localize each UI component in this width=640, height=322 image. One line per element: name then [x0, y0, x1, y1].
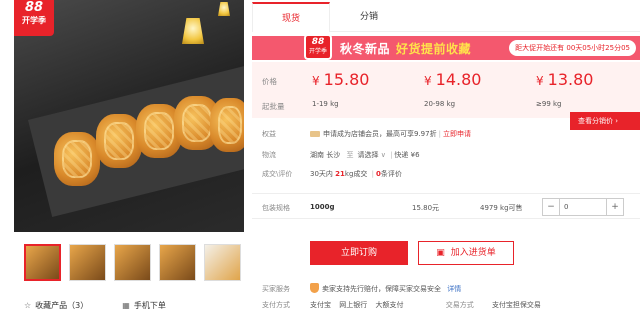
price-label: 价格: [262, 77, 277, 86]
cart-icon: ▣: [436, 248, 445, 258]
payment-method: 大额支付: [375, 301, 404, 309]
thumbnail-3[interactable]: [114, 244, 151, 281]
star-icon: ☆: [24, 301, 32, 310]
tier-qty: ≥99 kg: [536, 100, 562, 108]
service-label: 买家服务: [262, 285, 290, 293]
promo-logo-number: 88: [311, 37, 325, 47]
thumbnail-4[interactable]: [159, 244, 196, 281]
member-card-icon: [310, 131, 320, 137]
promo-countdown: 距大促开始还有 00天05小时25分05: [509, 40, 636, 56]
logistics-label: 物流: [262, 151, 276, 159]
mooncake: [96, 114, 142, 168]
trade-label: 交易方式: [445, 301, 474, 309]
spec-name: 1000g: [310, 203, 335, 211]
ship-to-select[interactable]: 请选择: [357, 151, 378, 159]
payment-method: 支付宝: [310, 301, 331, 309]
promo-slogan: 秋冬新品 好货提前收藏: [340, 40, 471, 57]
mooncake: [210, 98, 244, 152]
apply-member-link[interactable]: 立即申请: [443, 130, 471, 138]
shield-icon: [310, 283, 319, 293]
increase-button[interactable]: +: [607, 199, 623, 215]
tier-qty: 20-98 kg: [424, 100, 456, 108]
collect-product-link[interactable]: ☆ 收藏产品（3）: [24, 300, 88, 311]
quantity-input[interactable]: 0: [559, 199, 607, 215]
tier-price: ¥14.80: [424, 70, 482, 89]
spec-row: 包装规格 1000g 15.80元 4979 kg可售 − 0 +: [252, 193, 640, 219]
gallery-footer: ☆ 收藏产品（3） ▦ 手机下单: [24, 300, 166, 311]
spec-label: 包装规格: [262, 204, 290, 212]
spec-price: 15.80元: [412, 204, 440, 212]
tab-distribution[interactable]: 分销: [330, 2, 408, 32]
thumbnail-strip: [24, 244, 241, 284]
promo-slogan-white: 秋冬新品: [340, 42, 391, 56]
collect-label: 收藏产品（3）: [35, 301, 89, 310]
deals-row: 成交\评价 30天内 21kg成交 | 0条评价: [262, 170, 402, 178]
chevron-down-icon[interactable]: ∨: [378, 151, 386, 159]
tier-price: ¥13.80: [536, 70, 594, 89]
service-detail-link[interactable]: 详情: [447, 285, 461, 293]
to-word: 至: [346, 151, 354, 159]
lantern-decoration: [218, 2, 230, 16]
rights-label: 权益: [262, 130, 276, 138]
add-to-cart-label: 加入进货单: [450, 248, 496, 258]
purchase-tabs: 现货 分销: [252, 2, 640, 32]
lantern-decoration: [182, 18, 204, 44]
rights-row: 权益 申请成为店铺会员，最高可享9.97折 | 立即申请: [262, 130, 471, 138]
trade-method: 支付宝担保交易: [491, 301, 541, 309]
badge-text: 开学季: [22, 16, 46, 25]
product-info-panel: 现货 分销 88 开学季 秋冬新品 好货提前收藏 距大促开始还有 00天05小时2…: [252, 0, 640, 322]
payment-label: 支付方式: [262, 301, 290, 309]
promo-logo: 88 开学季: [304, 34, 332, 60]
quantity-stepper: − 0 +: [542, 198, 624, 216]
grid-icon: ▦: [122, 301, 130, 310]
order-now-button[interactable]: 立即订购: [310, 241, 408, 265]
promo-badge: 88 开学季: [14, 0, 54, 36]
review-word: 条评价: [380, 170, 402, 178]
logistics-row: 物流 湖南 长沙 至请选择 ∨ | 快递 ¥6: [262, 151, 420, 159]
service-text: 卖家支持先行赔付，保障买家交易安全: [322, 285, 441, 293]
mobile-order-link[interactable]: ▦ 手机下单: [122, 300, 166, 311]
spec-stock: 4979 kg可售: [480, 204, 523, 212]
express-fee: 快递 ¥6: [394, 151, 420, 159]
mooncake: [54, 132, 100, 186]
promo-logo-text: 开学季: [308, 48, 327, 55]
add-to-cart-button[interactable]: ▣ 加入进货单: [418, 241, 514, 265]
deals-prefix: 30天内: [310, 170, 333, 178]
deals-count: 21: [335, 170, 345, 178]
thumbnail-5[interactable]: [204, 244, 241, 281]
ship-from: 湖南 长沙: [310, 151, 341, 159]
mobile-order-label: 手机下单: [133, 301, 166, 310]
view-distribution-price-button[interactable]: 查看分销价 ›: [570, 112, 640, 130]
deals-unit: kg成交: [344, 170, 368, 178]
price-tiers: 价格 起批量 ¥15.80 ¥14.80 ¥13.80 1-19 kg 20-9…: [252, 62, 640, 118]
promo-banner: 88 开学季 秋冬新品 好货提前收藏 距大促开始还有 00天05小时25分05: [252, 34, 640, 60]
tab-spot[interactable]: 现货: [252, 2, 330, 32]
promo-slogan-yellow: 好货提前收藏: [396, 42, 472, 56]
tier-qty: 1-19 kg: [312, 100, 339, 108]
payment-row: 支付方式 支付宝 网上银行 大额支付 交易方式 支付宝担保交易: [262, 300, 541, 310]
thumbnail-2[interactable]: [69, 244, 106, 281]
badge-number: 88: [24, 0, 44, 15]
payment-method: 网上银行: [339, 301, 368, 309]
tier-price: ¥15.80: [312, 70, 370, 89]
thumbnail-1[interactable]: [24, 244, 61, 281]
rights-text: 申请成为店铺会员，最高可享9.97折: [323, 130, 437, 138]
product-gallery: 88 开学季 ☆ 收藏产品（3） ▦ 手机下单: [0, 0, 244, 322]
deals-label: 成交\评价: [262, 170, 293, 178]
min-qty-label: 起批量: [262, 102, 285, 111]
decrease-button[interactable]: −: [543, 199, 559, 215]
buyer-service-row: 买家服务 卖家支持先行赔付，保障买家交易安全 详情: [262, 283, 461, 294]
